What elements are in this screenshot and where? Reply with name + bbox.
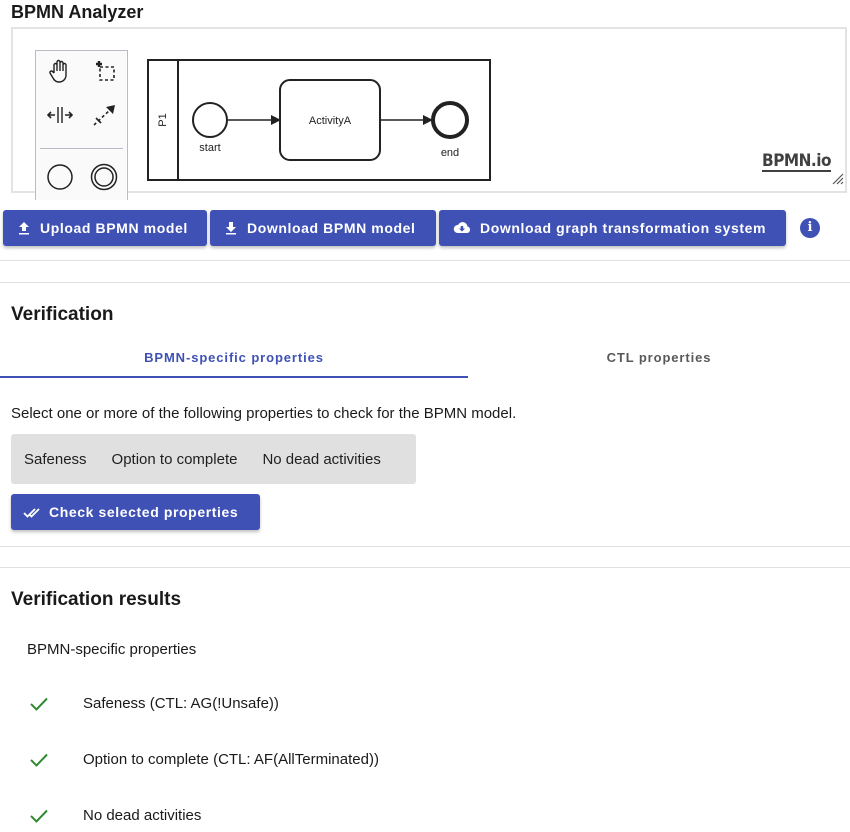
upload-icon bbox=[19, 222, 29, 235]
divider bbox=[0, 546, 850, 547]
start-event[interactable] bbox=[192, 102, 228, 138]
check-selected-properties-button[interactable]: Check selected properties bbox=[11, 494, 260, 530]
result-label: Option to complete (CTL: AF(AllTerminate… bbox=[83, 751, 379, 768]
check-selected-properties-label: Check selected properties bbox=[49, 504, 239, 520]
divider bbox=[0, 567, 850, 568]
download-gts-button[interactable]: Download graph transformation system bbox=[439, 210, 786, 246]
result-item: Option to complete (CTL: AF(AllTerminate… bbox=[0, 746, 850, 776]
success-check-icon bbox=[29, 752, 49, 773]
divider bbox=[0, 260, 850, 261]
download-bpmn-label: Download BPMN model bbox=[247, 220, 416, 236]
bpmn-modeler-canvas[interactable]: P1 start ActivityA end BPMN.io bbox=[11, 27, 847, 200]
success-check-icon bbox=[29, 808, 49, 829]
tab-bpmn-specific-properties[interactable]: BPMN-specific properties bbox=[0, 336, 468, 378]
download-gts-label: Download graph transformation system bbox=[480, 220, 767, 236]
result-item: Safeness (CTL: AG(!Unsafe)) bbox=[0, 690, 850, 720]
start-event-label: start bbox=[199, 142, 220, 154]
resize-handle-icon[interactable] bbox=[830, 171, 844, 190]
bpmn-io-logo[interactable]: BPMN.io bbox=[762, 153, 831, 172]
results-group-label: BPMN-specific properties bbox=[27, 641, 197, 658]
property-safeness-toggle[interactable]: Safeness bbox=[11, 451, 87, 468]
tab-ctl-properties[interactable]: CTL properties bbox=[468, 336, 850, 378]
end-event[interactable] bbox=[431, 101, 469, 139]
upload-bpmn-label: Upload BPMN model bbox=[40, 220, 188, 236]
app-title: BPMN Analyzer bbox=[11, 2, 144, 22]
task-label: ActivityA bbox=[309, 115, 352, 127]
info-icon[interactable]: i bbox=[800, 218, 820, 238]
property-option-to-complete-toggle[interactable]: Option to complete bbox=[99, 451, 238, 468]
divider bbox=[0, 282, 850, 283]
cloud-download-icon bbox=[453, 222, 471, 233]
success-check-icon bbox=[29, 696, 49, 717]
verification-title: Verification bbox=[11, 304, 114, 325]
property-no-dead-activities-toggle[interactable]: No dead activities bbox=[249, 451, 380, 468]
result-label: Safeness (CTL: AG(!Unsafe)) bbox=[83, 695, 279, 712]
end-event-label: end bbox=[441, 147, 459, 159]
active-tab-indicator bbox=[0, 376, 468, 378]
download-icon bbox=[226, 222, 236, 235]
download-bpmn-button[interactable]: Download BPMN model bbox=[210, 210, 436, 246]
verification-results-title: Verification results bbox=[11, 589, 182, 610]
bpmn-diagram[interactable]: P1 start ActivityA end bbox=[13, 29, 845, 191]
double-check-icon bbox=[23, 508, 40, 518]
result-label: No dead activities bbox=[83, 807, 202, 824]
property-toggle-group: Safeness Option to complete No dead acti… bbox=[11, 434, 416, 484]
instruction-text: Select one or more of the following prop… bbox=[11, 405, 517, 422]
pool-label: P1 bbox=[157, 113, 169, 126]
result-item: No dead activities bbox=[0, 802, 850, 832]
upload-bpmn-button[interactable]: Upload BPMN model bbox=[3, 210, 207, 246]
